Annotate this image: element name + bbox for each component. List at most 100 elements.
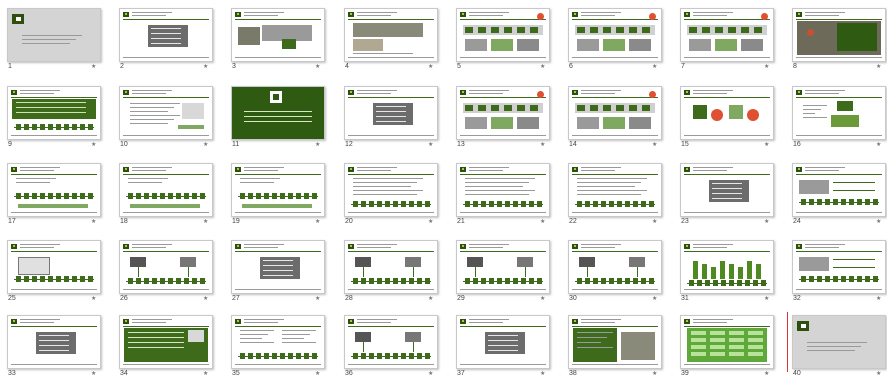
transition-star-icon: ★ [203,296,209,302]
logo-icon [348,319,354,324]
slide-preview[interactable] [344,240,438,294]
slide-preview[interactable] [119,86,213,140]
slide-preview[interactable] [792,315,886,369]
slide-number: 8 [793,63,797,70]
slide-preview[interactable] [792,86,886,140]
slide-preview[interactable] [344,315,438,369]
slide-preview[interactable] [792,8,886,62]
slide-thumbnail[interactable]: 10 ★ [116,82,214,154]
logo-icon [684,319,690,324]
slide-thumbnail[interactable]: 40 ★ [789,311,887,383]
slide-thumbnail[interactable]: 11 ★ [228,82,326,154]
slide-preview[interactable] [344,86,438,140]
slide-preview[interactable] [568,86,662,140]
slide-thumbnail[interactable]: 9 ★ [4,82,102,154]
slide-preview[interactable] [792,240,886,294]
slide-thumbnail[interactable]: 7 ★ [677,4,775,76]
slide-preview[interactable] [231,315,325,369]
slide-thumbnail[interactable]: 28 ★ [341,236,439,308]
slide-thumbnail[interactable]: 19 ★ [228,159,326,231]
transition-star-icon: ★ [428,296,434,302]
slide-preview[interactable] [119,240,213,294]
slide-thumbnail[interactable]: 15 ★ [677,82,775,154]
slide-preview[interactable] [680,86,774,140]
slide-thumbnail[interactable]: 20 ★ [341,159,439,231]
logo-icon [460,167,466,172]
slide-preview[interactable] [231,8,325,62]
slide-thumbnail[interactable]: 18 ★ [116,159,214,231]
slide-thumbnail[interactable]: 34 ★ [116,311,214,383]
slide-preview[interactable] [680,240,774,294]
slide-preview[interactable] [119,163,213,217]
transition-star-icon: ★ [91,142,97,148]
slide-thumbnail[interactable]: 16 ★ [789,82,887,154]
slide-number: 32 [793,295,801,302]
transition-star-icon: ★ [764,142,770,148]
transition-star-icon: ★ [203,64,209,70]
slide-thumbnail[interactable]: 4 ★ [341,4,439,76]
slide-preview[interactable] [456,86,550,140]
slide-thumbnail[interactable]: 24 ★ [789,159,887,231]
slide-thumbnail[interactable]: 35 ★ [228,311,326,383]
slide-thumbnail[interactable]: 21 ★ [453,159,551,231]
transition-star-icon: ★ [203,142,209,148]
slide-preview[interactable] [456,8,550,62]
transition-star-icon: ★ [764,219,770,225]
slide-preview[interactable] [568,240,662,294]
logo-icon [460,90,466,95]
slide-preview[interactable] [680,163,774,217]
slide-preview[interactable] [680,8,774,62]
slide-thumbnail[interactable]: 25 ★ [4,236,102,308]
transition-star-icon: ★ [652,296,658,302]
slide-thumbnail[interactable]: 39 ★ [677,311,775,383]
slide-preview[interactable] [7,315,101,369]
slide-preview[interactable] [792,163,886,217]
slide-thumbnail[interactable]: 36 ★ [341,311,439,383]
slide-preview[interactable] [456,240,550,294]
slide-thumbnail[interactable]: 3 ★ [228,4,326,76]
slide-preview[interactable] [568,163,662,217]
slide-thumbnail[interactable]: 5 ★ [453,4,551,76]
slide-preview[interactable] [231,86,325,140]
slide-preview[interactable] [7,163,101,217]
slide-thumbnail[interactable]: 6 ★ [565,4,663,76]
slide-preview[interactable] [344,8,438,62]
slide-preview[interactable] [7,240,101,294]
slide-thumbnail[interactable]: 2 ★ [116,4,214,76]
slide-thumbnail[interactable]: 13 ★ [453,82,551,154]
slide-preview[interactable] [568,315,662,369]
transition-star-icon: ★ [876,296,882,302]
slide-thumbnail[interactable]: 29 ★ [453,236,551,308]
slide-thumbnail[interactable]: 1 ★ [4,4,102,76]
slide-thumbnail[interactable]: 37 ★ [453,311,551,383]
slide-thumbnail[interactable]: 32 ★ [789,236,887,308]
slide-preview[interactable] [456,315,550,369]
slide-thumbnail[interactable]: 12 ★ [341,82,439,154]
slide-preview[interactable] [344,163,438,217]
slide-thumbnail[interactable]: 14 ★ [565,82,663,154]
slide-thumbnail[interactable]: 27 ★ [228,236,326,308]
slide-thumbnail[interactable]: 17 ★ [4,159,102,231]
slide-preview[interactable] [680,315,774,369]
slide-number: 7 [681,63,685,70]
slide-thumbnail[interactable]: 30 ★ [565,236,663,308]
slide-thumbnail[interactable]: 26 ★ [116,236,214,308]
slide-preview[interactable] [7,8,101,62]
logo-icon [11,319,17,324]
slide-preview[interactable] [7,86,101,140]
slide-preview[interactable] [119,8,213,62]
logo-icon [684,167,690,172]
slide-preview[interactable] [119,315,213,369]
transition-star-icon: ★ [764,64,770,70]
slide-thumbnail[interactable]: 38 ★ [565,311,663,383]
slide-preview[interactable] [456,163,550,217]
slide-preview[interactable] [231,240,325,294]
slide-preview[interactable] [231,163,325,217]
slide-preview[interactable] [568,8,662,62]
logo-icon [123,12,129,17]
slide-thumbnail[interactable]: 8 ★ [789,4,887,76]
slide-thumbnail[interactable]: 23 ★ [677,159,775,231]
slide-thumbnail[interactable]: 22 ★ [565,159,663,231]
slide-thumbnail[interactable]: 31 ★ [677,236,775,308]
slide-thumbnail[interactable]: 33 ★ [4,311,102,383]
